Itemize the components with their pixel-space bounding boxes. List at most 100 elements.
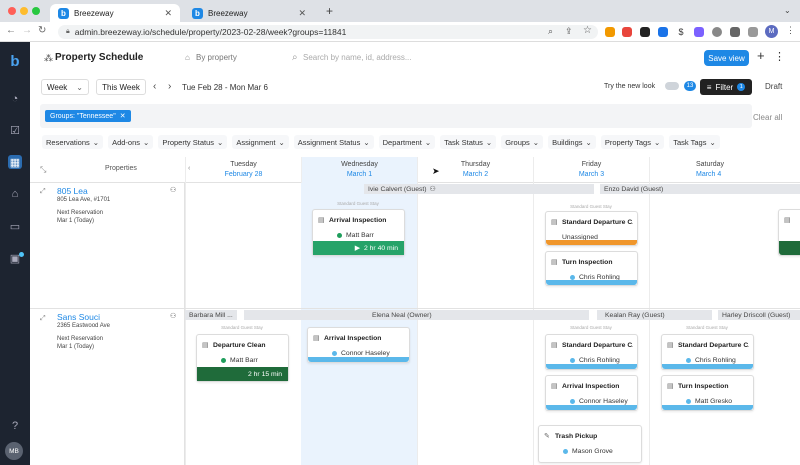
browser-menu-icon[interactable]: ⋮ [786,25,795,36]
view-select[interactable]: Week ⌄ [41,79,89,95]
filter-button[interactable]: ≡ Filter 1 [700,79,752,95]
new-look-toggle[interactable] [665,82,679,90]
by-property-toggle[interactable]: By property [196,53,237,62]
zoom-icon[interactable]: ⌕ [548,26,553,37]
close-tab-icon[interactable]: ✕ [164,8,172,19]
title-chevron-icon[interactable]: ⌄ [131,53,138,62]
filter-reservations[interactable]: Reservations⌄ [42,135,103,149]
task-card[interactable]: ▤ Turn Inspection Chris Rohling [545,251,638,286]
help-icon[interactable]: ? [8,419,22,433]
bookmark-star-icon[interactable]: ☆ [583,25,592,36]
filter-groups[interactable]: Groups⌄ [501,135,543,149]
extension-icon[interactable] [658,27,668,37]
property-name[interactable]: 805 Lea [57,186,177,196]
url-field[interactable]: 🔒︎ admin.breezeway.io/schedule/property/… [58,25,598,39]
extension-icon[interactable] [605,27,615,37]
profile-avatar[interactable]: M [765,25,778,38]
new-tab-icon[interactable]: + [326,4,333,18]
property-name[interactable]: Sans Souci [57,312,177,322]
reservation-bar[interactable]: Barbara Mill ... [185,310,237,320]
breezeway-logo-icon[interactable]: b [8,54,22,68]
assign-person-icon[interactable]: ⚇ [170,312,176,320]
user-avatar[interactable]: MB [5,442,23,460]
assign-person-icon[interactable]: ⚇ [170,186,176,194]
filter-task-tags[interactable]: Task Tags⌄ [669,135,720,149]
reload-icon[interactable]: ↻ [38,25,46,36]
filter-property-tags[interactable]: Property Tags⌄ [601,135,664,149]
task-duration: 2 hr 15 min [248,371,282,378]
filter-assignment[interactable]: Assignment⌄ [232,135,288,149]
filter-add-ons[interactable]: Add-ons⌄ [108,135,153,149]
task-card[interactable]: ▤ Arrival Inspection Connor Haseley [545,375,638,411]
task-card[interactable]: ✎ Trash Pickup Mason Grove [538,425,642,463]
reservation-bar[interactable]: Elena Neal (Owner) [244,310,589,320]
remove-chip-icon[interactable]: ✕ [120,112,126,120]
filter-task-status[interactable]: Task Status⌄ [440,135,496,149]
extension-icon[interactable] [640,27,650,37]
extension-icon[interactable] [622,27,632,37]
reservation-bar[interactable]: Ivie Calvert (Guest)⚇ [364,184,594,194]
reservation-bar[interactable]: Enzo David (Guest) [600,184,800,194]
task-title: Arrival Inspection [329,217,400,224]
calendar-icon[interactable]: ▦ [8,155,22,169]
clear-all-link[interactable]: Clear all [753,113,782,122]
next-week-icon[interactable]: › [168,81,171,92]
groups-filter-chip[interactable]: Groups: "Tennessee" ✕ [45,110,131,122]
minimize-window-dot[interactable] [20,7,28,15]
reservation-bar[interactable]: Kealan Ray (Guest) [597,310,712,320]
view-select-value: Week [47,83,67,92]
puzzle-icon[interactable] [730,27,740,37]
reservation-guest: Enzo David (Guest) [604,186,663,193]
search-input[interactable]: Search by name, id, address... [303,53,412,62]
task-assignee: Matt Gresko [686,398,732,405]
home-icon[interactable]: ⌂ [8,187,22,201]
filter-count-badge: 1 [737,83,745,91]
collapse-all-icon[interactable]: ⤡ [40,165,46,175]
expand-row-icon[interactable]: ⤢ [40,315,46,323]
extension-icon[interactable] [694,27,704,37]
clipboard-icon: ▤ [784,216,791,224]
more-options-icon[interactable]: ⋮ [774,50,785,63]
extension-icon[interactable] [712,27,722,37]
tasks-check-icon[interactable]: ☑ [8,123,22,137]
draft-button[interactable]: Draft [765,82,782,91]
task-card[interactable]: ▤ Arrival Inspection Matt Barr ▶2 hr 40 … [312,209,405,256]
task-card-partial[interactable]: ▤ [778,209,800,256]
expand-row-icon[interactable]: ⤢ [40,188,46,196]
maximize-window-dot[interactable] [32,7,40,15]
task-title: Standard Departure C... [678,342,749,349]
forward-icon[interactable]: → [22,25,32,36]
dashboard-gauge-icon[interactable]: ◔ [8,92,22,106]
share-icon[interactable]: ⇪ [565,26,573,37]
close-tab-icon[interactable]: ✕ [298,8,306,19]
task-card[interactable]: ▤ Standard Departure C... Unassigned [545,211,638,246]
bed-icon[interactable]: ▭ [8,219,22,233]
sidebar-panel-icon[interactable] [748,27,758,37]
task-card[interactable]: ▤ Standard Departure C... Chris Rohling [661,334,754,370]
filter-department[interactable]: Department⌄ [379,135,435,149]
task-card[interactable]: ▤ Standard Departure C... Chris Rohling [545,334,638,370]
clipboard-icon: ▤ [202,341,209,349]
save-view-button[interactable]: Save view [704,50,749,66]
tab-search-chevron-icon[interactable]: ⌄ [784,6,791,15]
back-icon[interactable]: ← [6,25,16,36]
task-card[interactable]: ▤ Departure Clean Matt Barr 2 hr 15 min [196,334,289,382]
add-button[interactable]: + [757,48,765,63]
clipboard-icon: ▤ [551,382,558,390]
browser-tab-2[interactable]: b Breezeway ✕ [184,4,314,22]
property-805-lea: 805 Lea 805 Lea Ave, #1701 Next Reservat… [57,186,177,225]
filter-label: Reservations [46,138,90,147]
this-week-button[interactable]: This Week [96,79,146,95]
close-window-dot[interactable] [8,7,16,15]
dollar-extension-icon[interactable]: $ [676,27,686,37]
guest-stay-label: Standard Guest Stay [545,204,637,209]
filter-assignment-status[interactable]: Assignment Status⌄ [294,135,374,149]
filter-property-status[interactable]: Property Status⌄ [158,135,227,149]
task-card[interactable]: ▤ Arrival Inspection Connor Haseley [307,327,410,363]
prev-week-icon[interactable]: ‹ [153,81,156,92]
browser-tab-1[interactable]: b Breezeway ✕ [50,4,180,22]
filter-buildings[interactable]: Buildings⌄ [548,135,596,149]
filter-label: Add-ons [112,138,140,147]
task-card[interactable]: ▤ Turn Inspection Matt Gresko [661,375,754,411]
reservation-bar[interactable]: Harley Driscoll (Guest) [718,310,800,320]
